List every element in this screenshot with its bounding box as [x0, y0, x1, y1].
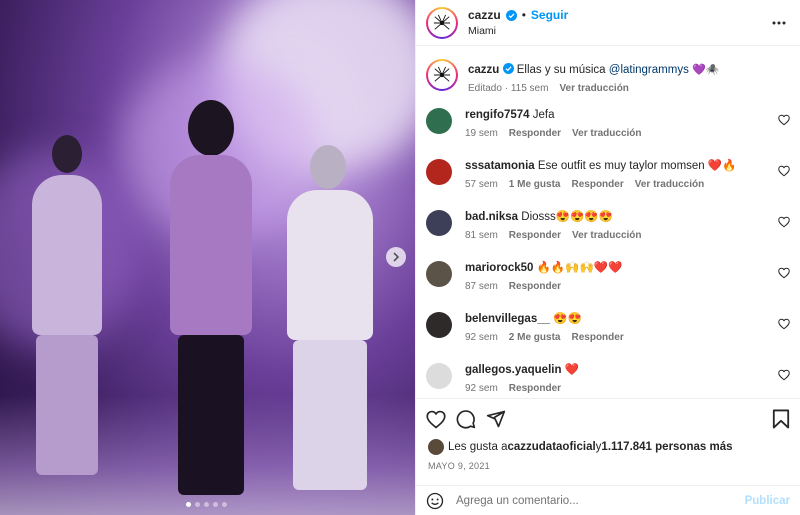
- comment-likes[interactable]: 2 Me gusta: [509, 332, 561, 343]
- carousel-dot: [213, 502, 218, 507]
- carousel-dot: [186, 502, 191, 507]
- reply-button[interactable]: Responder: [509, 383, 561, 394]
- comment-input[interactable]: Agrega un comentario...: [456, 495, 745, 507]
- more-options-button[interactable]: [770, 13, 788, 33]
- emoji-icon[interactable]: [426, 492, 444, 510]
- comment-username[interactable]: sssatamonia: [465, 160, 535, 172]
- comment-text: Jefa: [532, 109, 555, 121]
- likes-summary: Les gusta a cazzudataoficial y 1.117.841…: [416, 439, 800, 455]
- comment-item: bad.niksa Diosss😍😍😍😍 81 sem Responder Ver t…: [416, 206, 800, 247]
- comment-time: 19 sem: [465, 128, 498, 139]
- carousel-dot: [204, 502, 209, 507]
- like-comment-icon[interactable]: [778, 318, 790, 330]
- post-actions: Les gusta a cazzudataoficial y 1.117.841…: [416, 398, 800, 471]
- reply-button[interactable]: Responder: [571, 179, 623, 190]
- like-comment-icon[interactable]: [778, 114, 790, 126]
- separator-dot: •: [521, 8, 526, 22]
- chevron-right-icon: [393, 252, 400, 262]
- carousel-indicator: [186, 502, 227, 507]
- verified-badge-icon: [502, 63, 514, 74]
- post-photo[interactable]: [0, 0, 415, 515]
- comment-username[interactable]: belenvillegas__: [465, 313, 550, 325]
- comment-text: Diosss😍😍😍😍: [521, 211, 614, 223]
- comment-icon[interactable]: [456, 409, 476, 429]
- comment-text: ❤️: [564, 364, 580, 376]
- reply-button[interactable]: Responder: [509, 281, 561, 292]
- avatar[interactable]: [426, 159, 452, 185]
- spider-icon: [433, 14, 451, 30]
- comment-time: 92 sem: [465, 332, 498, 343]
- post-caption: cazzu Ellas y su música @latingrammys 💜🕷…: [416, 59, 800, 94]
- like-comment-icon[interactable]: [778, 165, 790, 177]
- location-link[interactable]: Miami: [468, 25, 568, 37]
- dancer-right: [275, 140, 385, 490]
- verified-badge-icon: [505, 9, 517, 21]
- liker-avatar: [428, 439, 444, 455]
- heart-icon[interactable]: [426, 410, 446, 429]
- avatar[interactable]: [426, 261, 452, 287]
- caption-text: Ellas y su música: [516, 64, 609, 76]
- carousel-dot: [195, 502, 200, 507]
- spider-icon: [433, 66, 451, 82]
- carousel-dot: [222, 502, 227, 507]
- dancer-left: [22, 100, 112, 480]
- comment-time: 87 sem: [465, 281, 498, 292]
- comment-username[interactable]: mariorock50: [465, 262, 533, 274]
- publish-button[interactable]: Publicar: [745, 495, 790, 507]
- comment-item: rengifo7574 Jefa 19 sem Responder Ver tradu…: [416, 104, 800, 145]
- post-date: MAYO 9, 2021: [428, 461, 490, 471]
- mention-link[interactable]: @latingrammys: [609, 64, 689, 76]
- carousel-next-button[interactable]: [386, 247, 406, 267]
- comment-text: 😍😍: [553, 313, 582, 325]
- singer-center: [150, 95, 270, 495]
- post-sidebar: cazzu • Seguir Miami cazzu Ellas y su mú…: [415, 0, 800, 515]
- avatar[interactable]: [426, 59, 458, 91]
- like-comment-icon[interactable]: [778, 216, 790, 228]
- like-comment-icon[interactable]: [778, 267, 790, 279]
- ellipsis-icon: [772, 21, 786, 25]
- avatar[interactable]: [426, 108, 452, 134]
- caption-username[interactable]: cazzu: [468, 64, 499, 76]
- see-translation-link[interactable]: Ver traducción: [572, 230, 641, 241]
- instagram-post-modal: cazzu • Seguir Miami cazzu Ellas y su mú…: [0, 0, 800, 515]
- follow-button[interactable]: Seguir: [531, 8, 568, 22]
- username-link[interactable]: cazzu: [468, 8, 501, 22]
- reply-button[interactable]: Responder: [571, 332, 623, 343]
- comments-list[interactable]: cazzu Ellas y su música @latingrammys 💜🕷…: [416, 47, 800, 398]
- see-translation-link[interactable]: Ver traducción: [635, 179, 704, 190]
- comment-username[interactable]: gallegos.yaquelin: [465, 364, 562, 376]
- comment-username[interactable]: rengifo7574: [465, 109, 530, 121]
- avatar[interactable]: [426, 312, 452, 338]
- comment-item: belenvillegas__ 😍😍 92 sem 2 Me gusta Respon…: [416, 308, 800, 349]
- avatar[interactable]: [426, 210, 452, 236]
- liker-username[interactable]: cazzudataoficial: [507, 441, 595, 453]
- likes-count-link[interactable]: 1.117.841 personas más: [601, 441, 732, 453]
- comment-time: 92 sem: [465, 383, 498, 394]
- see-translation-link[interactable]: Ver traducción: [559, 83, 628, 94]
- comment-text: 🔥🔥🙌🙌❤️❤️: [536, 262, 623, 274]
- comment-username[interactable]: bad.niksa: [465, 211, 518, 223]
- add-comment-bar: Agrega un comentario... Publicar: [416, 485, 800, 515]
- caption-emoji: 💜🕷️: [692, 64, 720, 76]
- comment-likes[interactable]: 1 Me gusta: [509, 179, 561, 190]
- avatar[interactable]: [426, 6, 458, 39]
- share-icon[interactable]: [486, 409, 506, 429]
- comment-time: 57 sem: [465, 179, 498, 190]
- avatar[interactable]: [426, 363, 452, 389]
- comment-text: Ese outfit es muy taylor momsen ❤️🔥: [537, 160, 737, 172]
- comment-item: mariorock50 🔥🔥🙌🙌❤️❤️ 87 sem Responder: [416, 257, 800, 298]
- post-header: cazzu • Seguir Miami: [416, 0, 800, 46]
- edited-label: Editado · 115 sem: [468, 83, 549, 94]
- comment-item: sssatamonia Ese outfit es muy taylor mom…: [416, 155, 800, 196]
- like-comment-icon[interactable]: [778, 369, 790, 381]
- reply-button[interactable]: Responder: [509, 128, 561, 139]
- comment-item: gallegos.yaquelin ❤️ 92 sem Responder: [416, 359, 800, 398]
- comment-time: 81 sem: [465, 230, 498, 241]
- see-translation-link[interactable]: Ver traducción: [572, 128, 641, 139]
- reply-button[interactable]: Responder: [509, 230, 561, 241]
- bookmark-icon[interactable]: [772, 409, 790, 429]
